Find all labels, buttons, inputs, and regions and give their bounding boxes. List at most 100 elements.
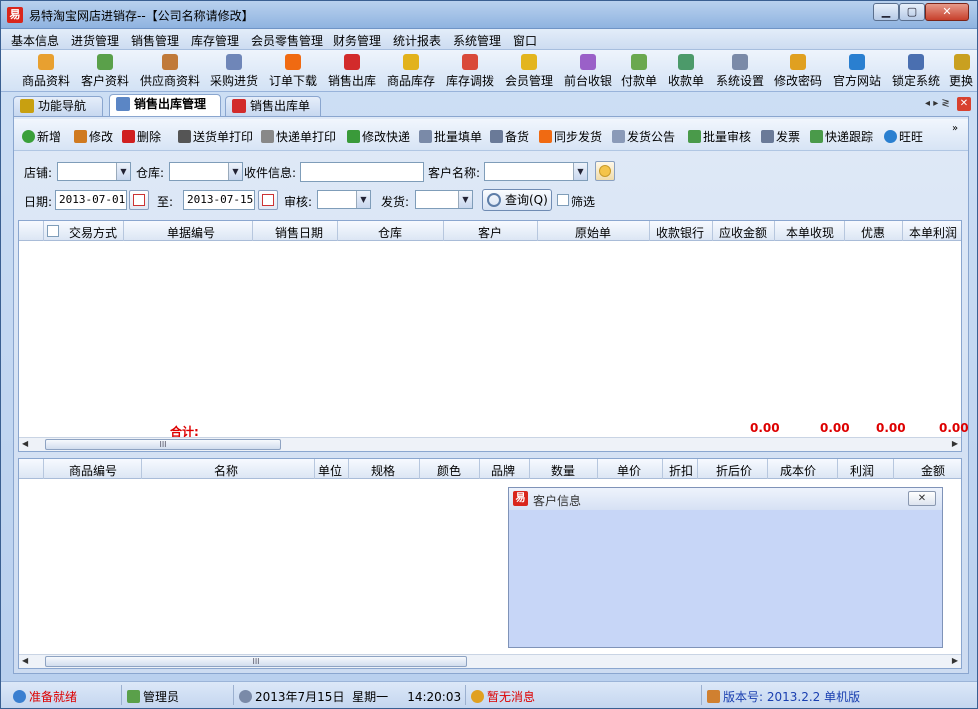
toolbar-member[interactable]: 会员管理 [503,52,555,90]
column-header[interactable]: 金额 [921,462,945,479]
customer-info-close-button[interactable]: ✕ [908,491,936,506]
title-bar[interactable]: 易 易特淘宝网店进销存--【公司名称请修改】 ▁ ▢ ✕ [1,1,977,29]
toolbar-change-password[interactable]: 修改密码 [772,52,824,90]
ship-select[interactable]: ▼ [415,190,473,209]
column-header[interactable]: 成本价 [780,462,816,479]
toolbar-product-info[interactable]: 商品资料 [21,52,71,90]
column-header[interactable]: 颜色 [437,462,461,479]
date-to-input[interactable]: 2013-07-15 [183,190,255,210]
toolbar-supplier-info[interactable]: 供应商资料 [139,52,201,90]
grid-horizontal-scrollbar[interactable]: ◀ III ▶ [19,654,961,668]
select-all-checkbox[interactable] [47,225,59,237]
menu-system[interactable]: 系统管理 [453,32,501,49]
scroll-thumb[interactable]: III [45,439,281,450]
column-header[interactable]: 原始单 [575,224,611,241]
add-button[interactable]: 新增 [22,128,61,145]
column-header[interactable]: 应收金额 [719,224,767,241]
tab-menu-icon[interactable]: ≷ [941,98,949,109]
delivery-print-button[interactable]: 送货单打印 [178,128,253,145]
toolbar-customer-info[interactable]: 客户资料 [79,52,131,90]
query-button[interactable]: 查询(Q) [482,189,552,211]
grid-horizontal-scrollbar[interactable]: ◀ III ▶ [19,437,961,451]
column-header[interactable]: 销售日期 [275,224,323,241]
prepare-goods-button[interactable]: 备货 [490,128,529,145]
delete-button[interactable]: 删除 [122,128,161,145]
toolbar-order-download[interactable]: 订单下载 [267,52,319,90]
column-header[interactable]: 单价 [617,462,641,479]
warehouse-select[interactable]: ▼ [169,162,243,181]
audit-select[interactable]: ▼ [317,190,371,209]
toolbar-cashier[interactable]: 前台收银 [562,52,614,90]
select-customer-button[interactable] [595,161,615,181]
column-header[interactable]: 利润 [850,462,874,479]
edit-button[interactable]: 修改 [74,128,113,145]
column-header[interactable]: 交易方式 [69,224,117,241]
wangwang-button[interactable]: 旺旺 [884,128,923,145]
toolbar-lock[interactable]: 锁定系统 [890,52,942,90]
column-header[interactable]: 本单收现 [786,224,834,241]
scroll-right-icon[interactable]: ▶ [952,656,958,665]
menu-purchase[interactable]: 进货管理 [71,32,119,49]
sync-ship-button[interactable]: 同步发货 [539,128,602,145]
scroll-left-icon[interactable]: ◀ [22,439,28,448]
maximize-button[interactable]: ▢ [899,3,925,21]
menu-reports[interactable]: 统计报表 [393,32,441,49]
scroll-right-icon[interactable]: ▶ [952,439,958,448]
column-header[interactable]: 商品编号 [69,462,117,479]
close-button[interactable]: ✕ [925,3,969,21]
toolbar-transfer[interactable]: 库存调拨 [444,52,496,90]
column-header[interactable]: 收款银行 [656,224,704,241]
minimize-button[interactable]: ▁ [873,3,899,21]
shop-select[interactable]: ▼ [57,162,131,181]
column-header[interactable]: 仓库 [378,224,402,241]
express-track-button[interactable]: 快递跟踪 [810,128,873,145]
menu-inventory[interactable]: 库存管理 [191,32,239,49]
toolbar-sales-out[interactable]: 销售出库 [326,52,378,90]
column-header[interactable]: 数量 [551,462,575,479]
date-to-calendar-button[interactable] [258,190,278,210]
column-header[interactable]: 规格 [371,462,395,479]
column-header[interactable]: 单据编号 [167,224,215,241]
invoice-button[interactable]: 发票 [761,128,800,145]
tab-close-icon[interactable]: ✕ [957,97,971,111]
filter-checkbox[interactable] [557,194,569,206]
ship-notice-button[interactable]: 发货公告 [612,128,675,145]
customer-info-header[interactable]: 易 客户信息 ✕ [509,488,942,510]
menu-member-retail[interactable]: 会员零售管理 [251,32,323,49]
column-header[interactable]: 折后价 [716,462,752,479]
express-print-button[interactable]: 快递单打印 [261,128,336,145]
batch-fill-button[interactable]: 批量填单 [419,128,482,145]
column-header[interactable]: 客户 [478,224,502,241]
toolbar-payment[interactable]: 付款单 [619,52,659,90]
receiver-input[interactable] [300,162,424,182]
column-header[interactable]: 单位 [318,462,342,479]
date-from-input[interactable]: 2013-07-01 [55,190,127,210]
menu-finance[interactable]: 财务管理 [333,32,381,49]
scroll-thumb[interactable]: III [45,656,467,667]
column-header[interactable]: 本单利润 [909,224,957,241]
scroll-left-icon[interactable]: ◀ [22,656,28,665]
toolbar-purchase[interactable]: 采购进货 [208,52,260,90]
menu-basic-info[interactable]: 基本信息 [11,32,59,49]
tab-scroll-left-icon[interactable]: ◂ [925,98,930,109]
toolbar-settings[interactable]: 系统设置 [714,52,766,90]
column-header[interactable]: 品牌 [491,462,515,479]
customer-select[interactable]: ▼ [484,162,588,181]
column-header[interactable]: 名称 [214,462,238,479]
tab-function-nav[interactable]: 功能导航 [13,96,103,116]
toolbar-switch[interactable]: 更换 [949,52,975,90]
menu-window[interactable]: 窗口 [513,32,537,49]
status-message[interactable]: 暂无消息 [471,688,535,705]
edit-express-button[interactable]: 修改快递 [347,128,410,145]
toolbar-stock[interactable]: 商品库存 [385,52,437,90]
column-header[interactable]: 优惠 [861,224,885,241]
tab-sales-out-order[interactable]: 销售出库单 [225,96,321,116]
menu-sales[interactable]: 销售管理 [131,32,179,49]
date-from-calendar-button[interactable] [129,190,149,210]
tab-sales-out-management[interactable]: 销售出库管理 [109,94,221,116]
column-header[interactable]: 折扣 [669,462,693,479]
batch-audit-button[interactable]: 批量审核 [688,128,751,145]
action-overflow-icon[interactable]: » [952,123,958,134]
toolbar-receipt[interactable]: 收款单 [666,52,706,90]
tab-scroll-right-icon[interactable]: ▸ [933,98,938,109]
